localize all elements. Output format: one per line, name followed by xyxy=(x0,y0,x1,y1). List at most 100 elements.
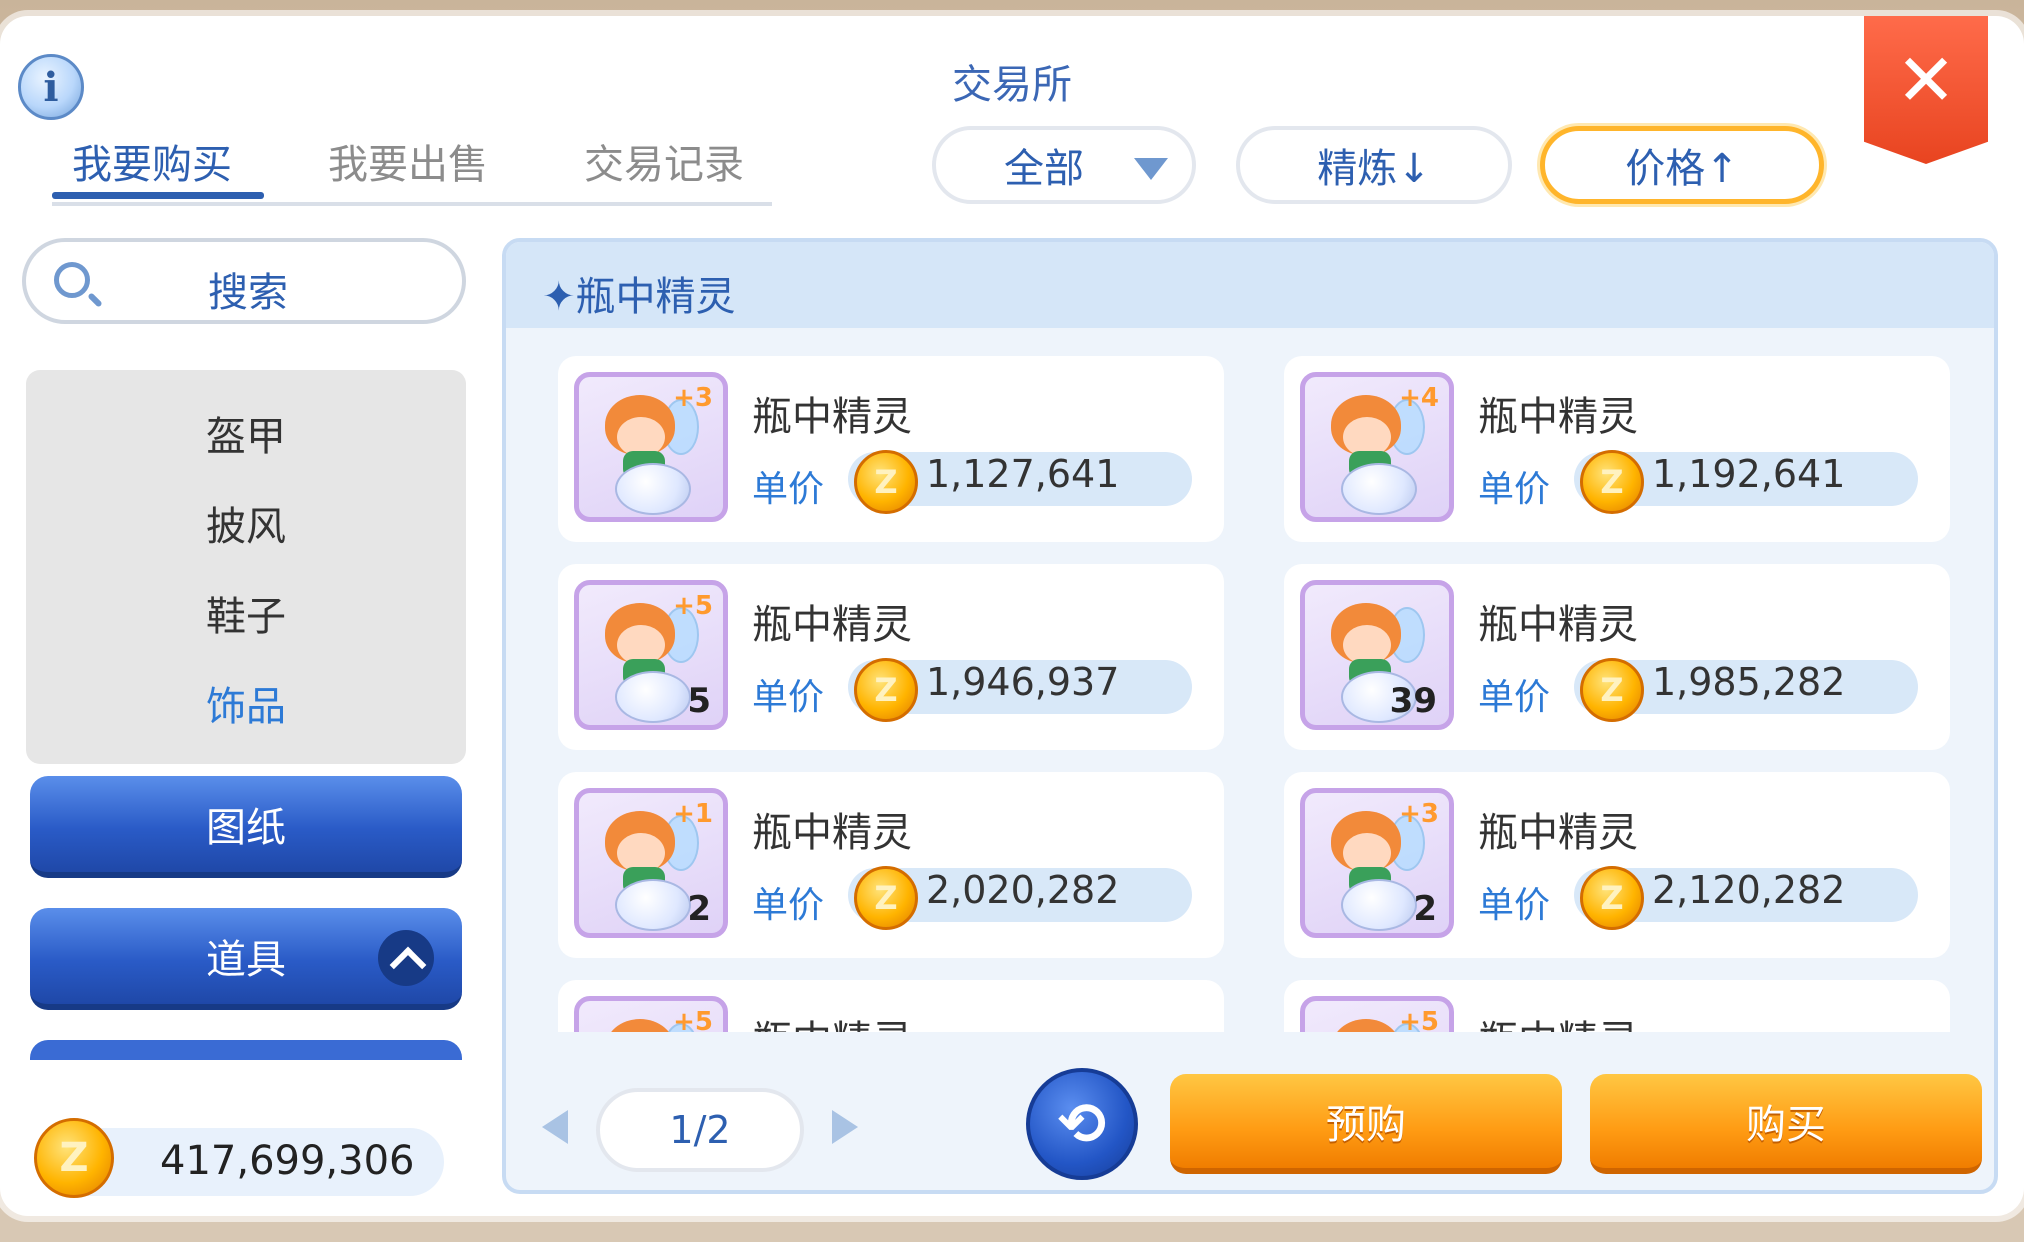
zeny-coin-icon: Z xyxy=(1580,658,1644,722)
item-thumbnail: +3 xyxy=(574,372,728,522)
search-label: 搜索 xyxy=(208,270,288,316)
price-sort-label: 价格↑ xyxy=(1625,146,1739,192)
price-label: 单价 xyxy=(1478,885,1551,926)
blueprint-category-button[interactable]: 图纸 xyxy=(30,776,462,878)
listing-header: ✦瓶中精灵 xyxy=(506,242,1994,328)
chevron-up-icon xyxy=(378,930,434,986)
refine-sort-label: 精炼↓ xyxy=(1317,146,1431,192)
prev-page-arrow-icon[interactable] xyxy=(542,1110,568,1144)
item-thumbnail: +5 5 xyxy=(574,580,728,730)
item-name: 瓶中精灵 xyxy=(1478,602,1638,648)
next-page-arrow-icon[interactable] xyxy=(832,1110,858,1144)
listing-card[interactable]: +3 2 瓶中精灵 单价 Z 2,120,282 xyxy=(1284,772,1950,958)
refine-sort-button[interactable]: 精炼↓ xyxy=(1236,126,1512,204)
bottle-icon xyxy=(615,671,691,723)
listing-card[interactable]: +5 5 瓶中精灵 单价 Z 1,946,937 xyxy=(558,564,1224,750)
unit-price: 1,127,641 xyxy=(926,452,1120,496)
unit-price: 1,946,937 xyxy=(926,660,1120,704)
refresh-icon: ⟲ xyxy=(1057,1090,1107,1158)
tab-bar: 我要购买 我要出售 交易记录 xyxy=(52,126,772,206)
item-quantity: 2 xyxy=(687,889,711,929)
items-label: 道具 xyxy=(206,937,286,983)
price-label: 单价 xyxy=(752,469,825,510)
price-label: 单价 xyxy=(1478,469,1551,510)
category-item-armor[interactable]: 盔甲 xyxy=(26,404,466,462)
refine-level: +3 xyxy=(673,383,713,413)
price-label: 单价 xyxy=(752,677,825,718)
zeny-coin-icon: Z xyxy=(34,1118,114,1198)
item-thumbnail: +5 xyxy=(1300,996,1454,1032)
listing-card[interactable]: +5 瓶中精灵 单价 Z xyxy=(1284,980,1950,1032)
item-thumbnail: +5 xyxy=(574,996,728,1032)
price-label: 单价 xyxy=(752,885,825,926)
category-item-cloak[interactable]: 披风 xyxy=(26,494,466,552)
item-quantity: 5 xyxy=(687,681,711,721)
page-indicator: 1/2 xyxy=(596,1088,804,1172)
unit-price: 2,120,282 xyxy=(1652,868,1846,912)
unit-price: 1,985,282 xyxy=(1652,660,1846,704)
refine-level: +5 xyxy=(673,591,713,621)
listing-card[interactable]: 39 瓶中精灵 单价 Z 1,985,282 xyxy=(1284,564,1950,750)
listing-item-name: ✦瓶中精灵 xyxy=(542,274,736,320)
item-thumbnail: +1 2 xyxy=(574,788,728,938)
category-button-partial[interactable] xyxy=(30,1040,462,1060)
refine-level: +5 xyxy=(673,1007,713,1032)
bottle-icon xyxy=(1341,879,1417,931)
item-name: 瓶中精灵 xyxy=(1478,1008,1638,1032)
fairy-hair-icon xyxy=(1331,1019,1401,1032)
listing-grid: +3 瓶中精灵 单价 Z 1,127,641 +4 瓶中精灵 单价 Z 1,19… xyxy=(506,328,1994,1032)
bottle-icon xyxy=(615,879,691,931)
listing-card[interactable]: +4 瓶中精灵 单价 Z 1,192,641 xyxy=(1284,356,1950,542)
item-name: 瓶中精灵 xyxy=(1478,394,1638,440)
bottle-icon xyxy=(1341,463,1417,515)
refine-level: +1 xyxy=(673,799,713,829)
category-item-accessory[interactable]: 饰品 xyxy=(26,674,466,732)
item-quantity: 2 xyxy=(1413,889,1437,929)
zeny-coin-icon: Z xyxy=(1580,450,1644,514)
category-filter-value: 全部 xyxy=(1004,146,1084,192)
refine-level: +5 xyxy=(1399,1007,1439,1032)
listing-card[interactable]: +5 瓶中精灵 单价 Z xyxy=(558,980,1224,1032)
item-thumbnail: 39 xyxy=(1300,580,1454,730)
category-filter-dropdown[interactable]: 全部 xyxy=(932,126,1196,204)
listing-panel: ✦瓶中精灵 +3 瓶中精灵 单价 Z 1,127,641 +4 瓶中精灵 单价 … xyxy=(502,238,1998,1194)
zeny-coin-icon: Z xyxy=(854,658,918,722)
price-sort-button[interactable]: 价格↑ xyxy=(1540,126,1824,204)
refine-level: +3 xyxy=(1399,799,1439,829)
tab-buy[interactable]: 我要购买 xyxy=(72,132,232,190)
bottle-icon xyxy=(615,463,691,515)
item-thumbnail: +3 2 xyxy=(1300,788,1454,938)
wallet-balance: 417,699,306 xyxy=(160,1138,415,1184)
item-name: 瓶中精灵 xyxy=(752,602,912,648)
blueprint-label: 图纸 xyxy=(206,805,286,851)
search-button[interactable]: 搜索 xyxy=(22,238,466,324)
exchange-panel: i 交易所 ✕ 我要购买 我要出售 交易记录 全部 精炼↓ 价格↑ 搜索 盔甲 … xyxy=(0,16,2024,1216)
active-tab-indicator xyxy=(52,192,264,199)
item-name: 瓶中精灵 xyxy=(752,1008,912,1032)
category-item-shoes[interactable]: 鞋子 xyxy=(26,584,466,642)
buy-button[interactable]: 购买 xyxy=(1590,1074,1982,1174)
category-list: 盔甲 披风 鞋子 饰品 xyxy=(26,370,466,764)
zeny-coin-icon: Z xyxy=(854,866,918,930)
zeny-coin-icon: Z xyxy=(854,450,918,514)
close-icon: ✕ xyxy=(1895,38,1957,122)
unit-price: 2,020,282 xyxy=(926,868,1120,912)
item-name: 瓶中精灵 xyxy=(1478,810,1638,856)
refresh-button[interactable]: ⟲ xyxy=(1026,1068,1138,1180)
zeny-coin-icon: Z xyxy=(1580,866,1644,930)
close-button[interactable]: ✕ xyxy=(1864,16,1988,164)
price-label: 单价 xyxy=(1478,677,1551,718)
page-title: 交易所 xyxy=(952,62,1072,108)
unit-price: 1,192,641 xyxy=(1652,452,1846,496)
listing-card[interactable]: +1 2 瓶中精灵 单价 Z 2,020,282 xyxy=(558,772,1224,958)
tab-history[interactable]: 交易记录 xyxy=(584,132,744,190)
preorder-button[interactable]: 预购 xyxy=(1170,1074,1562,1174)
fairy-hair-icon xyxy=(605,1019,675,1032)
dropdown-arrow-icon xyxy=(1134,158,1168,180)
listing-card[interactable]: +3 瓶中精灵 单价 Z 1,127,641 xyxy=(558,356,1224,542)
refine-level: +4 xyxy=(1399,383,1439,413)
item-name: 瓶中精灵 xyxy=(752,394,912,440)
tab-sell[interactable]: 我要出售 xyxy=(328,132,488,190)
items-category-button[interactable]: 道具 xyxy=(30,908,462,1010)
item-quantity: 39 xyxy=(1389,681,1437,721)
